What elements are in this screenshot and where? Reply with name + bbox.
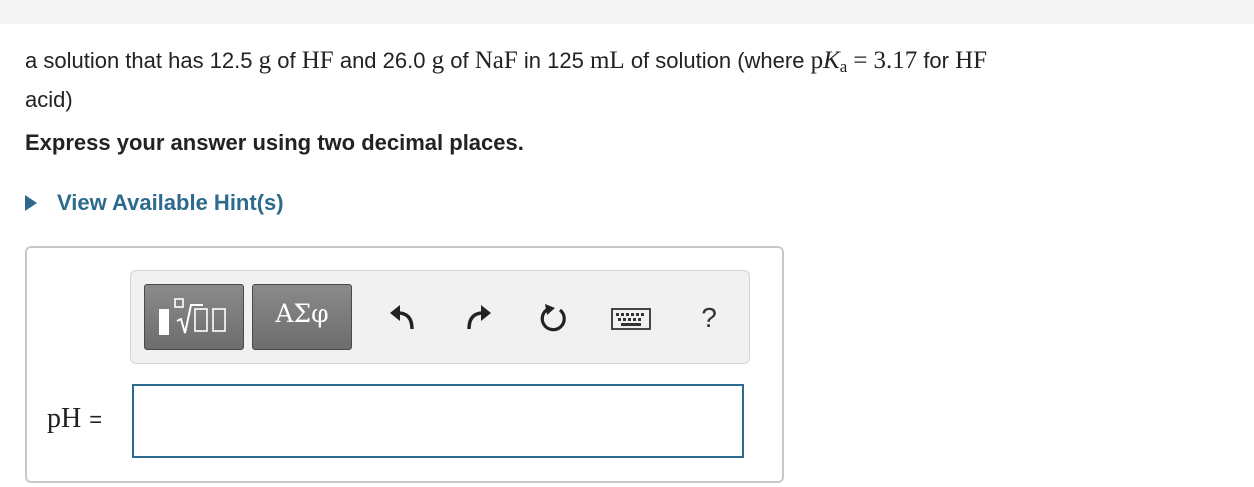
view-hints-link[interactable]: View Available Hint(s) [25,190,284,216]
fraction-sqrt-template-icon [159,298,226,335]
math-toolbar: ΑΣφ ? [130,270,750,364]
keyboard-icon [611,308,651,330]
reset-button[interactable] [536,301,572,335]
help-button[interactable]: ? [691,301,727,335]
instruction-text: Express your answer using two decimal pl… [25,130,524,155]
caret-right-icon [25,195,37,211]
undo-button[interactable] [384,301,420,335]
question-text: a solution that has 12.5 g of HF and 26.… [25,47,988,112]
answer-panel: ΑΣφ ? pH = [25,246,784,483]
redo-button[interactable] [461,301,497,335]
templates-button[interactable] [144,284,244,350]
keyboard-button[interactable] [609,301,653,335]
ph-answer-input[interactable] [132,384,744,458]
hint-label: View Available Hint(s) [57,190,284,215]
undo-arrow-icon [390,305,414,330]
top-bar [0,0,1254,24]
greek-symbols-button[interactable]: ΑΣφ [252,284,352,350]
redo-arrow-icon [467,305,491,330]
reset-circular-arrow-icon [540,304,566,332]
answer-label: pH = [47,403,103,434]
greek-symbols-label: ΑΣφ [275,299,329,328]
